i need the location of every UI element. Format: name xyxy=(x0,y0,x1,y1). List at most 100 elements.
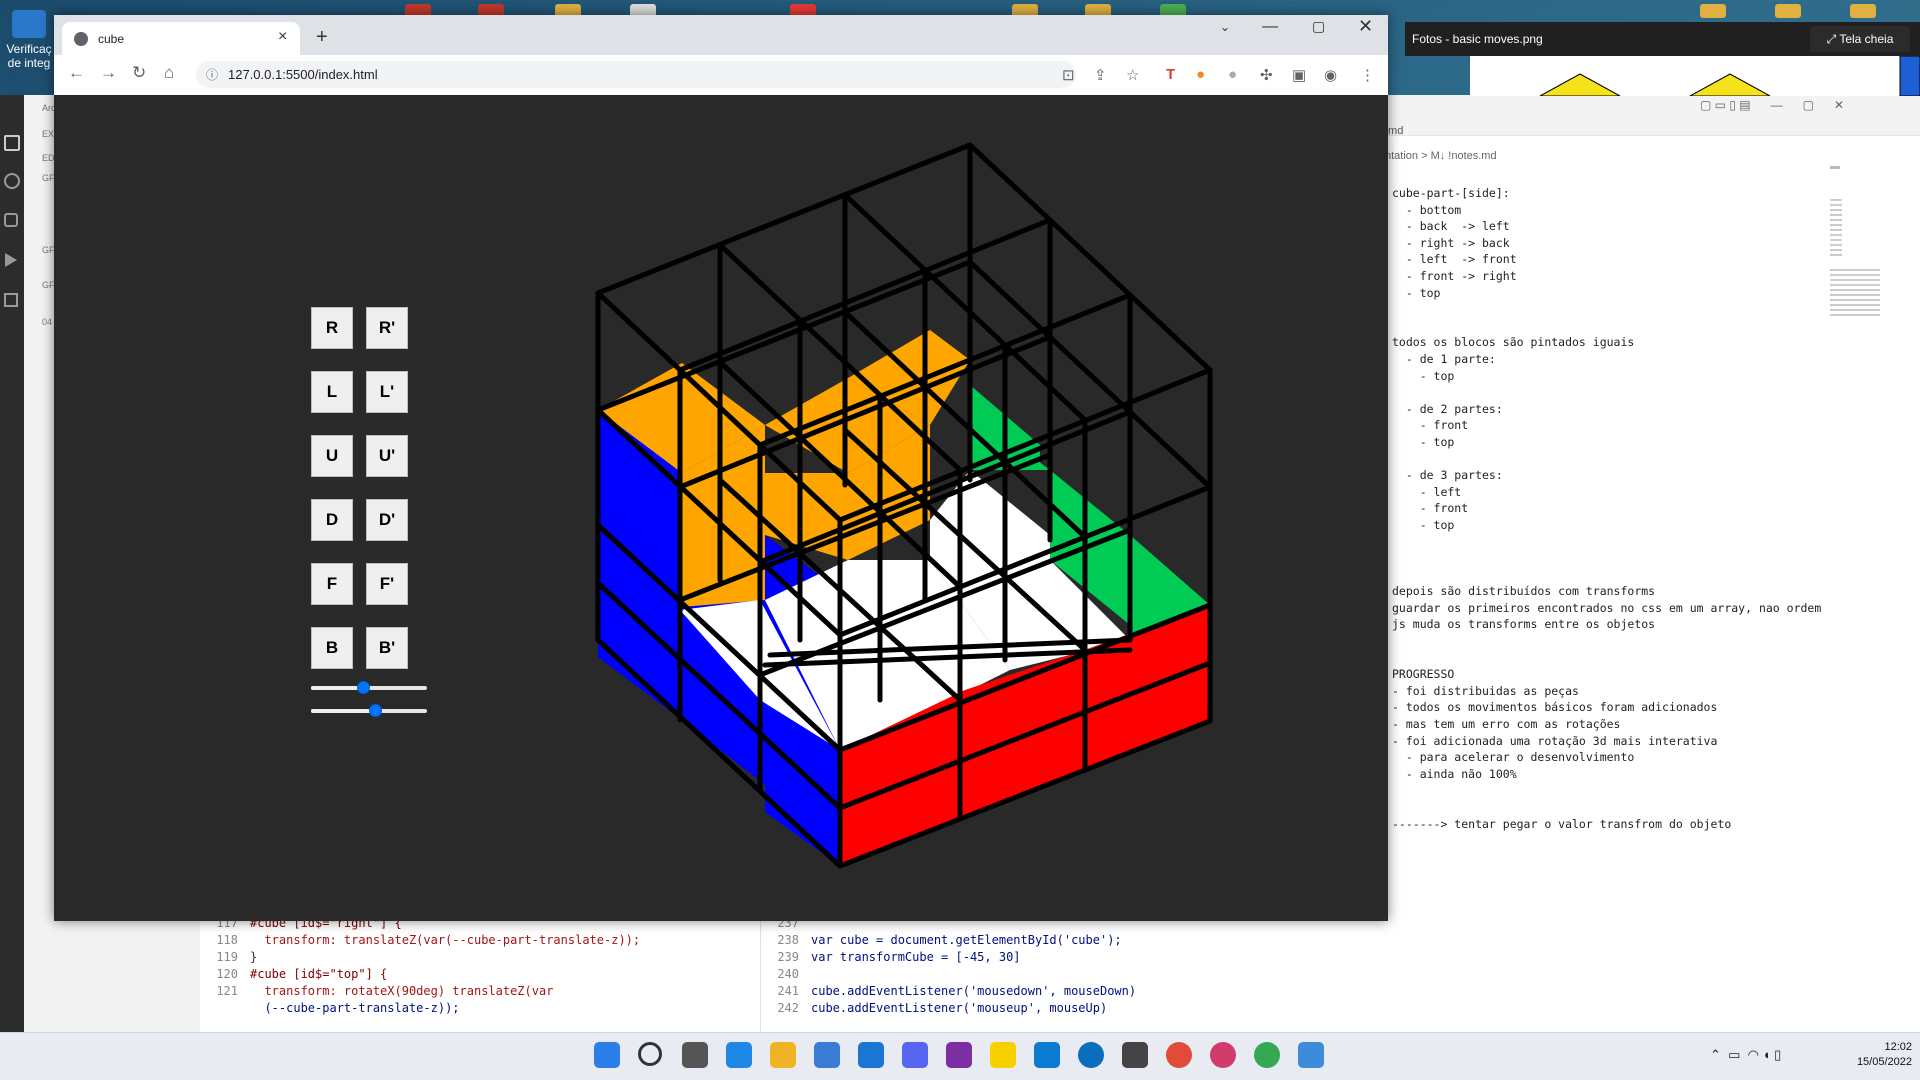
bookmark-star-icon[interactable]: ☆ xyxy=(1126,66,1139,84)
chevron-up-icon[interactable]: ⌃ xyxy=(1710,1047,1721,1062)
desktop-folder-icon[interactable] xyxy=(1775,4,1801,18)
side-panel-icon[interactable]: ▣ xyxy=(1292,66,1306,84)
js-editor[interactable]: 237 238 var cube = document.getElementByI… xyxy=(760,915,1321,1032)
minimap[interactable] xyxy=(1830,165,1890,335)
code-line: 241 cube.addEventListener('mousedown', mo… xyxy=(777,984,1137,998)
puzzle-extensions-icon[interactable]: ✣ xyxy=(1260,66,1273,84)
run-debug-icon[interactable] xyxy=(5,253,17,267)
code-line: 118 transform: translateZ(var(--cube-par… xyxy=(216,933,641,947)
notes-line: depois são distribuídos com transforms xyxy=(1392,584,1656,599)
more-menu-icon[interactable]: ⋮ xyxy=(1360,66,1375,84)
system-tray[interactable]: ⌃ ▭ ◠ ◖ ▯ xyxy=(1710,1047,1781,1063)
wifi-icon[interactable]: ◠ xyxy=(1748,1047,1759,1062)
profile-avatar[interactable]: ◉ xyxy=(1324,66,1337,84)
desktop-folder-icon[interactable] xyxy=(1850,4,1876,18)
explorer-icon[interactable] xyxy=(4,135,20,151)
notion-icon[interactable] xyxy=(1122,1042,1148,1068)
notes-line: cube-part-[side]: xyxy=(1392,186,1510,200)
notes-line: - de 2 partes: xyxy=(1392,401,1503,416)
notes-line: js muda os transforms entre os objetos xyxy=(1392,617,1656,632)
photos-title: Fotos - basic moves.png xyxy=(1412,32,1543,46)
mail-icon[interactable] xyxy=(726,1042,752,1068)
chevron-down-icon[interactable]: ⌄ xyxy=(1220,20,1230,34)
photos-icon[interactable] xyxy=(1298,1042,1324,1068)
extension-icon[interactable]: ● xyxy=(1196,66,1205,83)
notes-line: PROGRESSO xyxy=(1392,667,1455,682)
explorer-folder[interactable]: GF xyxy=(42,280,55,290)
reload-icon[interactable]: ↻ xyxy=(132,63,146,83)
start-windows-icon[interactable] xyxy=(594,1042,620,1068)
notes-line xyxy=(1392,550,1832,567)
translate-icon[interactable]: ⊡ xyxy=(1062,66,1075,84)
code-line: 119} xyxy=(216,950,258,964)
notes-line: - todos os movimentos básicos foram adic… xyxy=(1392,700,1718,715)
explorer-folder[interactable]: GF xyxy=(42,245,55,255)
maximize-button[interactable]: ▢ xyxy=(1312,18,1325,35)
file-explorer-icon[interactable] xyxy=(770,1042,796,1068)
code-line: 240 xyxy=(777,967,799,981)
vscode-window-controls[interactable]: ▢ ▭ ▯ ▤ — ▢ ✕ xyxy=(1700,98,1844,112)
fullscreen-button[interactable]: ⤢ Tela cheia xyxy=(1810,26,1910,52)
chrome-icon[interactable] xyxy=(1254,1042,1280,1068)
chrome-icon[interactable] xyxy=(1166,1042,1192,1068)
app-h-icon[interactable] xyxy=(1078,1042,1104,1068)
task-view-icon[interactable] xyxy=(682,1042,708,1068)
battery-icon[interactable]: ▯ xyxy=(1774,1047,1781,1062)
back-icon[interactable]: ← xyxy=(68,63,85,83)
fullscreen-label: Tela cheia xyxy=(1839,32,1894,46)
code-line: 238 var cube = document.getElementById('c… xyxy=(777,933,1122,947)
code-line: 242 cube.addEventListener('mouseup', mous… xyxy=(777,1001,1108,1015)
cube-face-top xyxy=(682,473,765,607)
onenote-icon[interactable] xyxy=(946,1042,972,1068)
notes-line: - top xyxy=(1392,434,1455,449)
date: 15/05/2022 xyxy=(1856,1056,1912,1068)
explorer-section: EX xyxy=(42,129,55,139)
notification-icon[interactable]: ▭ xyxy=(1728,1047,1740,1062)
search-icon[interactable] xyxy=(4,173,20,189)
breadcrumb[interactable]: ntation > M↓ !notes.md xyxy=(1385,150,1497,162)
clock[interactable]: 12:02 15/05/2022 xyxy=(1820,1040,1912,1070)
notes-content: cube-part-[side]: - bottom - back -> lef… xyxy=(1392,185,1832,832)
notes-line xyxy=(1392,301,1832,318)
desktop-folder-icon[interactable] xyxy=(1700,4,1726,18)
explorer-folder[interactable]: ED xyxy=(42,153,55,163)
share-icon[interactable]: ⇪ xyxy=(1094,66,1107,84)
notes-line xyxy=(1392,799,1832,816)
notes-line: - bottom xyxy=(1392,202,1462,217)
extensions-icon[interactable] xyxy=(4,293,18,307)
notes-line: - ainda não 100% xyxy=(1392,766,1517,781)
close-window-button[interactable]: ✕ xyxy=(1358,16,1373,37)
notes-line: - de 1 parte: xyxy=(1392,351,1496,366)
discord-icon[interactable] xyxy=(902,1042,928,1068)
store-icon[interactable] xyxy=(814,1042,840,1068)
explorer-folder[interactable]: GF xyxy=(42,173,55,183)
notes-line: - front xyxy=(1392,418,1469,433)
extension-tp-icon[interactable]: T xyxy=(1166,66,1175,83)
desktop-shortcut[interactable]: Verificaç de integ xyxy=(0,10,58,80)
minimize-button[interactable]: — xyxy=(1262,18,1278,36)
extension-icon[interactable]: ● xyxy=(1228,66,1237,83)
explorer-folder[interactable]: 04 xyxy=(42,317,52,327)
home-icon[interactable]: ⌂ xyxy=(164,63,174,83)
notes-line: - top xyxy=(1392,368,1455,383)
app-icon[interactable] xyxy=(1210,1042,1236,1068)
search-icon[interactable] xyxy=(638,1042,662,1066)
code-line: 239 var transformCube = [-45, 30] xyxy=(777,950,1021,964)
new-tab-button[interactable]: + xyxy=(316,26,328,49)
code-line: 120 #cube [id$="top"] { xyxy=(216,967,388,981)
css-editor[interactable]: 117 #cube [id$="right"] { 118 transform: … xyxy=(200,915,760,1032)
notes-line: - para acelerar o desenvolvimento xyxy=(1392,750,1635,765)
app-icon[interactable] xyxy=(858,1042,884,1068)
notes-line: - foi distribuidas as peças xyxy=(1392,683,1579,698)
speaker-icon[interactable]: ◖ xyxy=(1763,1047,1771,1062)
notes-line: - top xyxy=(1392,517,1455,532)
notes-line: guardar os primeiros encontrados no css … xyxy=(1392,600,1822,615)
forward-icon[interactable]: → xyxy=(100,63,117,83)
close-tab-icon[interactable]: × xyxy=(278,28,287,46)
rubiks-cube-3d[interactable] xyxy=(54,95,1388,921)
vscode-icon[interactable] xyxy=(1034,1042,1060,1068)
source-control-icon[interactable] xyxy=(4,213,18,227)
time: 12:02 xyxy=(1884,1041,1912,1053)
sticky-notes-icon[interactable] xyxy=(990,1042,1016,1068)
info-icon[interactable]: ⓘ xyxy=(206,66,218,83)
